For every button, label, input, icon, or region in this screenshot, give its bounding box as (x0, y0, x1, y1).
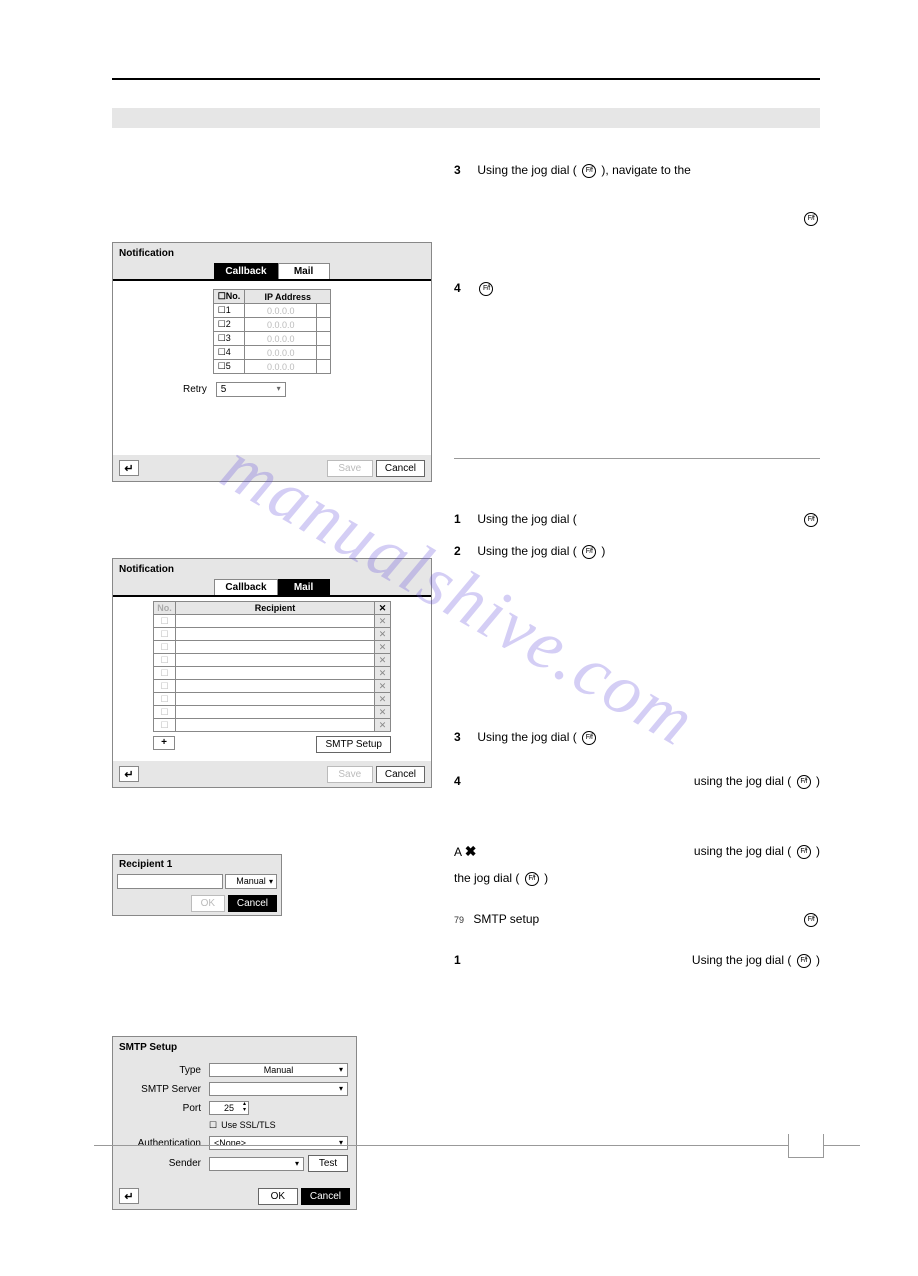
save-button[interactable]: Save (327, 766, 373, 783)
smtp-setup-panel: SMTP Setup Type Manual SMTP Server Port … (112, 1036, 357, 1210)
cancel-button[interactable]: Cancel (376, 460, 425, 477)
return-icon[interactable]: ↵ (119, 766, 139, 782)
top-rule (112, 78, 820, 80)
step-4 (454, 210, 820, 226)
retry-label: Retry (183, 384, 207, 395)
smtp-setup-button[interactable]: SMTP Setup (316, 736, 391, 753)
left-column: Notification CallbackMail ☐No. IP Addres… (112, 162, 432, 1236)
sender-label: Sender (121, 1158, 209, 1169)
cancel-button[interactable]: Cancel (301, 1188, 350, 1205)
add-button[interactable]: + (153, 736, 175, 750)
jog-dial-icon (582, 545, 596, 559)
panel-title: Notification (113, 243, 431, 263)
close-icon: ✖ (465, 843, 477, 859)
cancel-button[interactable]: Cancel (376, 766, 425, 783)
bottom-rule (94, 1145, 860, 1146)
section-header-bar (112, 108, 820, 128)
server-select[interactable] (209, 1082, 348, 1096)
step-mail-2: 2 Using the jog dial ( ) (454, 543, 820, 559)
tab-mail[interactable]: Mail (278, 579, 330, 595)
step-callback-4: 4 (454, 280, 820, 296)
save-button[interactable]: Save (327, 460, 373, 477)
auth-label: Authentication (121, 1138, 209, 1149)
spinner-icon[interactable] (317, 304, 331, 318)
retry-select[interactable]: 5 (216, 382, 286, 397)
delete-icon[interactable]: ✕ (375, 615, 391, 628)
return-icon[interactable]: ↵ (119, 1188, 139, 1204)
col-no-checkbox[interactable]: ☐ (218, 291, 226, 301)
panel-title: Notification (113, 559, 431, 579)
right-column: 3 Using the jog dial ( ), navigate to th… (454, 162, 820, 1236)
port-label: Port (121, 1103, 209, 1114)
section-divider (454, 458, 820, 459)
type-label: Type (121, 1065, 209, 1076)
jog-dial-icon (525, 872, 539, 886)
step-recipient-5a: A ✖ using the jog dial ( ) (454, 843, 820, 860)
auth-select[interactable]: <None> (209, 1136, 348, 1150)
tab-callback[interactable]: Callback (214, 579, 277, 595)
ssl-checkbox[interactable]: Use SSL/TLS (209, 1120, 276, 1131)
step-recipient-4: 4 using the jog dial ( ) (454, 773, 820, 789)
jog-dial-icon (804, 913, 818, 927)
notification-mail-panel: Notification CallbackMail No. Recipient … (112, 558, 432, 788)
jog-dial-icon (582, 731, 596, 745)
page-tab (788, 1134, 824, 1158)
ok-button[interactable]: OK (191, 895, 225, 912)
step-recipient-3: 3 Using the jog dial ( (454, 729, 820, 745)
recipient-dialog: Recipient 1 Manual OK Cancel (112, 854, 282, 916)
jog-dial-icon (797, 954, 811, 968)
panel-tabs: CallbackMail (113, 263, 431, 281)
cancel-button[interactable]: Cancel (228, 895, 277, 912)
jog-dial-icon (797, 845, 811, 859)
port-input[interactable]: 25 (209, 1101, 249, 1115)
notification-callback-panel: Notification CallbackMail ☐No. IP Addres… (112, 242, 432, 482)
panel-title: SMTP Setup (113, 1037, 356, 1057)
recipient-input[interactable] (117, 874, 223, 889)
jog-dial-icon (479, 282, 493, 296)
jog-dial-icon (582, 164, 596, 178)
ok-button[interactable]: OK (258, 1188, 298, 1205)
dialog-title: Recipient 1 (113, 855, 281, 874)
test-button[interactable]: Test (308, 1155, 348, 1172)
jog-dial-icon (797, 775, 811, 789)
step-mail-1: 1 Using the jog dial ( (454, 511, 820, 527)
step-smtp-1: 1 Using the jog dial ( ) (454, 952, 820, 968)
jog-dial-icon (804, 212, 818, 226)
sender-select[interactable] (209, 1157, 304, 1171)
step-recipient-5b: the jog dial ( ) (454, 870, 820, 886)
return-icon[interactable]: ↵ (119, 460, 139, 476)
type-select[interactable]: Manual (209, 1063, 348, 1077)
server-label: SMTP Server (121, 1084, 209, 1095)
smtp-subheading: 79 SMTP setup (454, 912, 820, 926)
mail-table: No. Recipient ✕ ✕ ✕ ✕ ✕ ✕ ✕ ✕ ✕ ✕ (153, 601, 391, 732)
tab-mail[interactable]: Mail (278, 263, 330, 279)
callback-table: ☐No. IP Address ☐10.0.0.0 ☐20.0.0.0 ☐30.… (213, 289, 332, 374)
jog-dial-icon (804, 513, 818, 527)
recipient-type-select[interactable]: Manual (225, 874, 277, 889)
tab-callback[interactable]: Callback (214, 263, 277, 279)
step-3: 3 Using the jog dial ( ), navigate to th… (454, 162, 820, 178)
